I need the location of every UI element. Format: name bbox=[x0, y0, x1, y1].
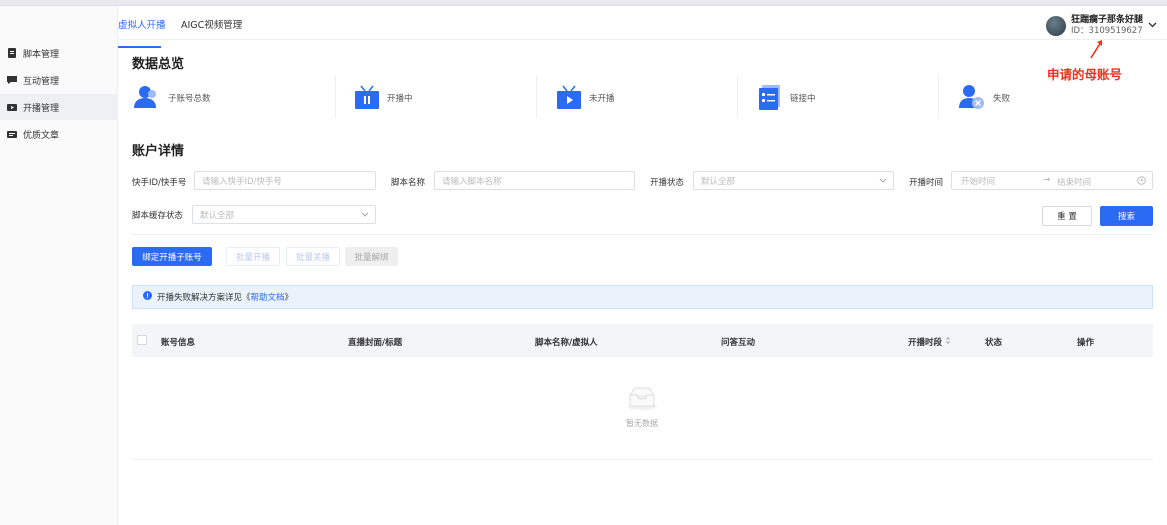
chevron-down-icon bbox=[361, 211, 369, 221]
sidebar-item-label: 互动管理 bbox=[23, 76, 60, 87]
sidebar-item-broadcast[interactable]: 开播管理 bbox=[0, 94, 117, 120]
checklist-icon bbox=[758, 84, 782, 113]
overview-title: 数据总览 bbox=[132, 57, 185, 72]
video-icon bbox=[7, 102, 17, 112]
script-name-input[interactable]: 请输入脚本名称 bbox=[434, 171, 635, 190]
notice-suffix: 》 bbox=[284, 293, 294, 303]
section-divider bbox=[132, 234, 1153, 235]
annotation-text: 申请的母账号 bbox=[1047, 67, 1123, 82]
tab-aigc-video[interactable]: AIGC视频管理 bbox=[181, 17, 242, 31]
tab-virtual-live[interactable]: 虚拟人开播 bbox=[118, 17, 166, 48]
sort-icon[interactable] bbox=[945, 336, 951, 348]
column-cover-title: 直播封面/标题 bbox=[348, 338, 403, 348]
time-range-picker[interactable]: 开始时间 → 结束时间 bbox=[951, 171, 1153, 190]
sidebar-item-article[interactable]: 优质文章 bbox=[0, 121, 117, 147]
table-header: 账号信息 直播封面/标题 脚本名称/虚拟人 问答互动 开播时段 状态 操作 bbox=[132, 324, 1153, 357]
stat-divider bbox=[737, 76, 738, 118]
sidebar-item-label: 开播管理 bbox=[23, 103, 60, 114]
empty-state-text: 暂无数据 bbox=[626, 419, 658, 428]
chevron-down-icon[interactable] bbox=[1148, 21, 1157, 31]
sidebar-item-label: 脚本管理 bbox=[23, 49, 60, 60]
stat-divider bbox=[335, 76, 336, 118]
sidebar-item-label: 优质文章 bbox=[23, 130, 60, 141]
stat-label: 未开播 bbox=[589, 94, 615, 104]
failure-notice: 开播失败解决方案详见《 帮助文档 》 bbox=[132, 285, 1153, 309]
time-end-placeholder: 结束时间 bbox=[1057, 178, 1092, 188]
arrow-right-icon: → bbox=[1043, 175, 1051, 185]
column-account-info: 账号信息 bbox=[161, 338, 196, 348]
account-search-input[interactable]: 请输入快手ID/快手号 bbox=[194, 171, 376, 190]
batch-start-button[interactable]: 批量开播 bbox=[226, 247, 280, 266]
stat-divider bbox=[938, 76, 939, 118]
stat-label: 链接中 bbox=[790, 94, 816, 104]
input-placeholder: 请输入脚本名称 bbox=[442, 176, 502, 187]
user-name: 狂踹瘸子那条好腿 bbox=[1070, 15, 1143, 25]
stat-label: 子账号总数 bbox=[168, 94, 211, 104]
column-script-avatar: 脚本名称/虚拟人 bbox=[535, 338, 598, 348]
active-tab-indicator bbox=[118, 46, 161, 48]
notice-text: 开播失败解决方案详见《 bbox=[157, 293, 251, 303]
account-filter-label: 快手ID/快手号 bbox=[132, 178, 187, 188]
clock-icon bbox=[1137, 176, 1146, 188]
avatar[interactable] bbox=[1045, 16, 1066, 36]
time-start-placeholder: 开始时间 bbox=[961, 176, 996, 187]
tab-label: 虚拟人开播 bbox=[118, 20, 166, 31]
tv-play-icon bbox=[557, 84, 581, 113]
users-icon bbox=[134, 84, 160, 113]
sidebar: 脚本管理 互动管理 开播管理 优质文章 bbox=[0, 6, 118, 525]
top-header: 虚拟人开播 AIGC视频管理 狂踹瘸子那条好腿 ID：3109519627 bbox=[118, 6, 1167, 48]
sidebar-item-script[interactable]: 脚本管理 bbox=[0, 40, 117, 66]
stat-label: 失败 bbox=[993, 94, 1011, 104]
search-button[interactable]: 搜索 bbox=[1100, 206, 1153, 226]
cache-status-select[interactable]: 默认全部 bbox=[192, 205, 376, 224]
article-icon bbox=[7, 129, 17, 139]
user-id: ID：3109519627 bbox=[1070, 26, 1143, 36]
user-menu[interactable]: 狂踹瘸子那条好腿 ID：3109519627 bbox=[1045, 12, 1157, 40]
chevron-down-icon bbox=[879, 177, 887, 187]
cache-filter-label: 脚本缓存状态 bbox=[132, 211, 184, 221]
column-actions: 操作 bbox=[1077, 338, 1095, 348]
table-bottom-divider bbox=[132, 459, 1153, 460]
select-all-checkbox[interactable] bbox=[137, 335, 147, 345]
column-qa-interaction: 问答互动 bbox=[721, 338, 756, 348]
status-filter-label: 开播状态 bbox=[650, 178, 685, 188]
empty-box-icon bbox=[626, 385, 658, 414]
column-live-period: 开播时段 bbox=[908, 338, 943, 348]
bind-account-button[interactable]: 绑定开播子账号 bbox=[132, 247, 212, 266]
stat-total-accounts: 子账号总数 bbox=[134, 84, 211, 112]
sidebar-item-interaction[interactable]: 互动管理 bbox=[0, 67, 117, 93]
input-placeholder: 请输入快手ID/快手号 bbox=[202, 176, 282, 187]
document-icon bbox=[7, 48, 17, 58]
select-value: 默认全部 bbox=[200, 210, 235, 221]
tv-pause-icon bbox=[355, 84, 379, 113]
batch-stop-button[interactable]: 批量关播 bbox=[286, 247, 340, 266]
info-icon bbox=[143, 291, 152, 303]
help-doc-link[interactable]: 帮助文档 bbox=[251, 291, 285, 303]
column-status: 状态 bbox=[985, 338, 1003, 348]
user-error-icon bbox=[959, 84, 985, 113]
stat-failed: 失败 bbox=[959, 84, 1010, 112]
details-title: 账户详情 bbox=[132, 144, 185, 159]
batch-unbind-button[interactable]: 批量解绑 bbox=[345, 247, 398, 266]
stat-label: 开播中 bbox=[387, 94, 413, 104]
stat-live: 开播中 bbox=[355, 84, 413, 112]
time-filter-label: 开播时间 bbox=[909, 178, 944, 188]
reset-button[interactable]: 重 置 bbox=[1042, 206, 1092, 226]
tab-label: AIGC视频管理 bbox=[181, 20, 243, 31]
chat-icon bbox=[7, 75, 17, 85]
status-select[interactable]: 默认全部 bbox=[693, 171, 894, 190]
script-filter-label: 脚本名称 bbox=[391, 178, 426, 188]
annotation-arrow-icon bbox=[1090, 40, 1102, 59]
stat-not-live: 未开播 bbox=[557, 84, 615, 112]
select-value: 默认全部 bbox=[701, 176, 736, 187]
stat-connecting: 链接中 bbox=[758, 84, 816, 112]
stat-divider bbox=[536, 76, 537, 118]
